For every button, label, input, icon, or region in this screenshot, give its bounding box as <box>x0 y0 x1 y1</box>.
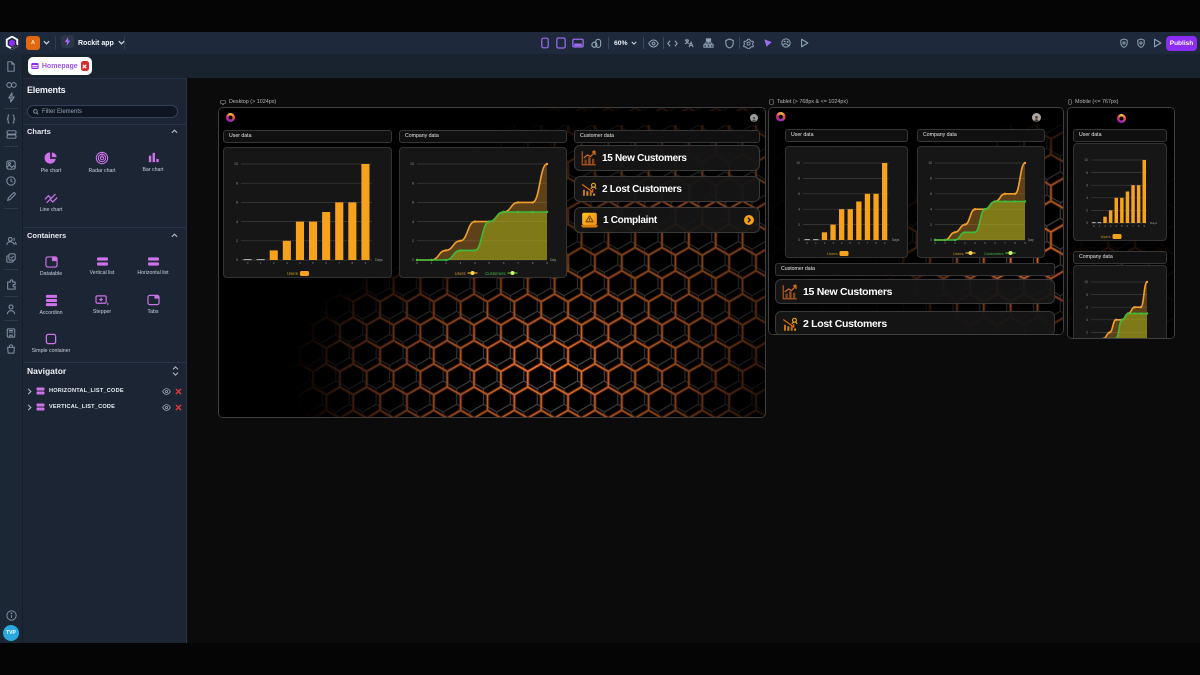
svg-text:Users: Users <box>287 271 298 276</box>
svg-text:7: 7 <box>1132 224 1134 228</box>
svg-text:10: 10 <box>410 162 414 166</box>
svg-text:8: 8 <box>875 241 877 245</box>
svg-text:Days: Days <box>892 238 900 242</box>
svg-text:8: 8 <box>930 177 932 181</box>
svg-text:8: 8 <box>351 261 353 265</box>
svg-text:6: 6 <box>325 261 327 265</box>
svg-text:6: 6 <box>1127 224 1129 228</box>
svg-text:6: 6 <box>1086 305 1088 309</box>
svg-text:2: 2 <box>236 239 238 243</box>
svg-text:5: 5 <box>1121 224 1123 228</box>
svg-text:0: 0 <box>1093 224 1095 228</box>
svg-text:4: 4 <box>236 220 238 224</box>
svg-text:1: 1 <box>815 241 817 245</box>
svg-text:4: 4 <box>930 207 932 211</box>
svg-text:2: 2 <box>954 241 956 245</box>
svg-text:8: 8 <box>1086 171 1088 175</box>
svg-text:1: 1 <box>944 241 946 245</box>
svg-text:8: 8 <box>1014 241 1016 245</box>
svg-text:5: 5 <box>850 241 852 245</box>
svg-text:7: 7 <box>338 261 340 265</box>
svg-text:2: 2 <box>273 261 275 265</box>
svg-text:0: 0 <box>412 258 414 262</box>
svg-text:3: 3 <box>832 241 834 245</box>
svg-text:3: 3 <box>459 261 461 265</box>
svg-text:4: 4 <box>299 261 301 265</box>
svg-text:6: 6 <box>1086 183 1088 187</box>
svg-text:3: 3 <box>1110 224 1112 228</box>
svg-text:2: 2 <box>1086 331 1088 335</box>
svg-text:9: 9 <box>1024 241 1026 245</box>
svg-text:0: 0 <box>1086 221 1088 225</box>
svg-text:Users: Users <box>827 251 837 256</box>
svg-text:6: 6 <box>798 192 800 196</box>
svg-text:Users: Users <box>953 251 963 256</box>
svg-text:9: 9 <box>1143 224 1145 228</box>
svg-text:9: 9 <box>884 241 886 245</box>
svg-text:4: 4 <box>841 241 843 245</box>
svg-text:Days: Days <box>1150 221 1158 225</box>
svg-text:3: 3 <box>964 241 966 245</box>
svg-text:0: 0 <box>798 238 800 242</box>
svg-text:Customers: Customers <box>984 251 1003 256</box>
svg-text:6: 6 <box>412 201 414 205</box>
svg-text:4: 4 <box>974 241 976 245</box>
svg-text:4: 4 <box>798 207 800 211</box>
svg-text:9: 9 <box>546 261 548 265</box>
svg-text:2: 2 <box>412 239 414 243</box>
svg-text:10: 10 <box>1084 158 1088 162</box>
svg-text:7: 7 <box>867 241 869 245</box>
svg-text:4: 4 <box>1086 196 1088 200</box>
svg-text:6: 6 <box>503 261 505 265</box>
svg-text:10: 10 <box>234 162 238 166</box>
svg-text:4: 4 <box>474 261 476 265</box>
svg-text:9: 9 <box>365 261 367 265</box>
svg-text:1: 1 <box>431 261 433 265</box>
svg-text:7: 7 <box>517 261 519 265</box>
svg-text:3: 3 <box>286 261 288 265</box>
svg-text:6: 6 <box>994 241 996 245</box>
svg-text:Day: Day <box>550 258 556 262</box>
svg-text:10: 10 <box>928 161 932 165</box>
svg-text:6: 6 <box>236 201 238 205</box>
svg-text:0: 0 <box>934 241 936 245</box>
svg-text:1: 1 <box>1099 224 1101 228</box>
svg-text:0: 0 <box>807 241 809 245</box>
svg-text:10: 10 <box>796 161 800 165</box>
svg-text:2: 2 <box>824 241 826 245</box>
svg-text:0: 0 <box>416 261 418 265</box>
svg-text:2: 2 <box>1086 209 1088 213</box>
svg-text:Users: Users <box>1101 235 1111 239</box>
svg-text:2: 2 <box>445 261 447 265</box>
svg-text:7: 7 <box>1004 241 1006 245</box>
svg-text:0: 0 <box>247 261 249 265</box>
svg-text:5: 5 <box>984 241 986 245</box>
svg-text:8: 8 <box>236 181 238 185</box>
svg-text:6: 6 <box>930 192 932 196</box>
svg-text:1: 1 <box>260 261 262 265</box>
svg-text:4: 4 <box>1115 224 1117 228</box>
svg-text:Users: Users <box>455 271 466 276</box>
svg-text:Days: Days <box>375 258 383 262</box>
svg-text:4: 4 <box>412 220 414 224</box>
svg-text:2: 2 <box>930 223 932 227</box>
svg-text:8: 8 <box>412 181 414 185</box>
svg-text:Customers: Customers <box>485 271 505 276</box>
svg-text:0: 0 <box>930 238 932 242</box>
svg-text:5: 5 <box>312 261 314 265</box>
svg-text:10: 10 <box>1084 280 1088 284</box>
svg-text:2: 2 <box>1104 224 1106 228</box>
svg-text:Day: Day <box>1028 238 1034 242</box>
svg-text:6: 6 <box>858 241 860 245</box>
svg-text:4: 4 <box>1086 318 1088 322</box>
svg-text:8: 8 <box>798 177 800 181</box>
svg-text:2: 2 <box>798 223 800 227</box>
svg-text:5: 5 <box>488 261 490 265</box>
svg-text:8: 8 <box>1138 224 1140 228</box>
svg-text:0: 0 <box>236 258 238 262</box>
svg-text:8: 8 <box>532 261 534 265</box>
svg-text:8: 8 <box>1086 293 1088 297</box>
